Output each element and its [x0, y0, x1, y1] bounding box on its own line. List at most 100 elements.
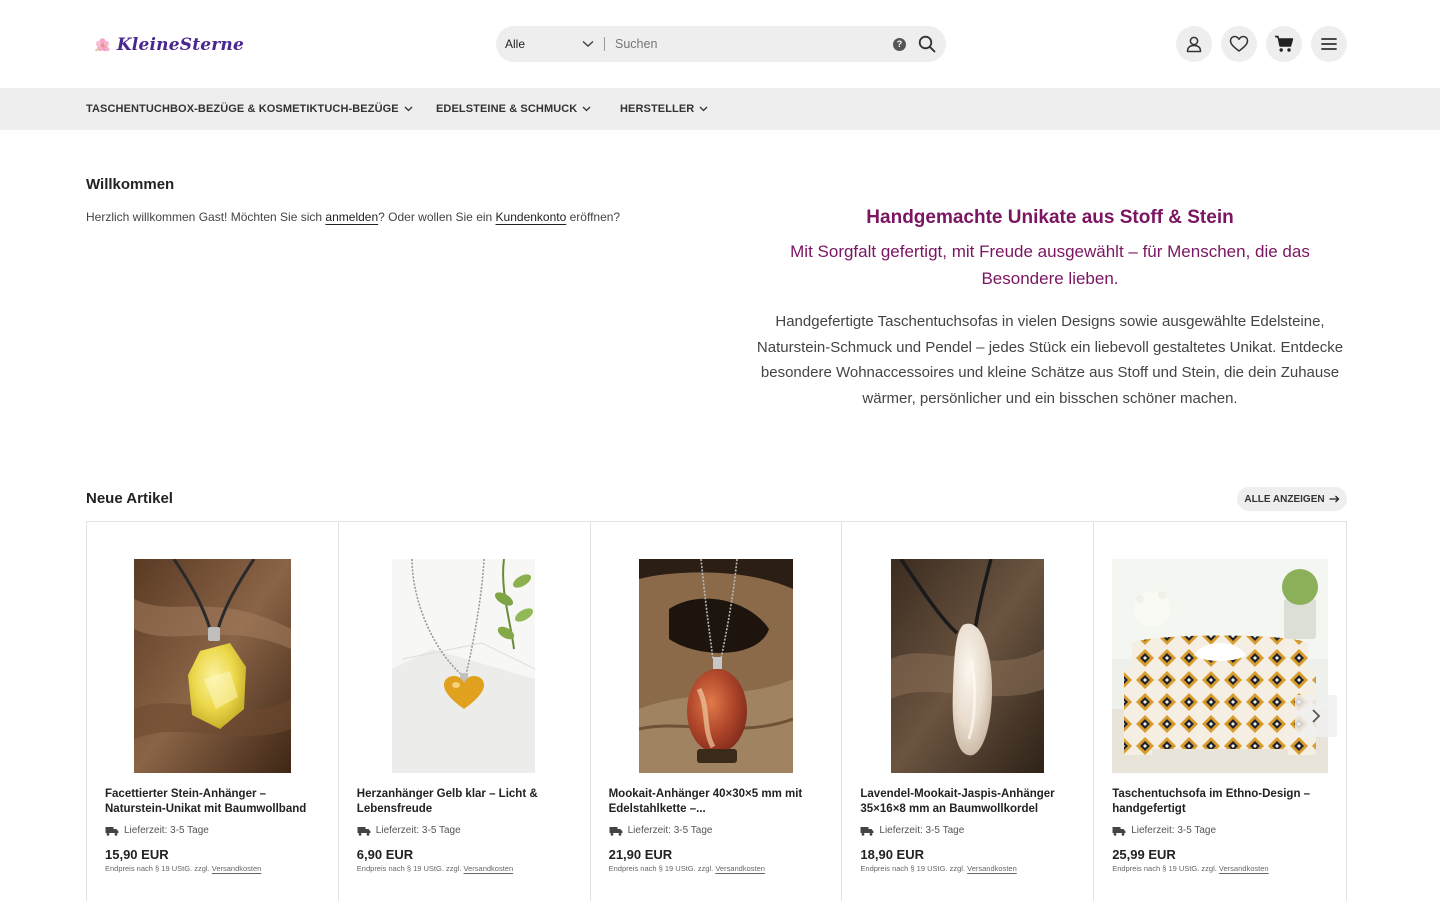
chevron-right-icon [1312, 709, 1321, 723]
site-header: KleineSterne Alle ? [0, 0, 1440, 88]
product-carousel: Facettierter Stein-Anhänger – Naturstein… [86, 521, 1347, 901]
promo-title: Handgemachte Unikate aus Stoff & Stein [866, 207, 1234, 228]
product-tax-note: Endpreis nach § 19 UStG. zzgl. Versandko… [105, 864, 261, 873]
chevron-down-icon [404, 106, 413, 112]
product-image-pendant-yellow [134, 559, 291, 773]
promo-subtitle: Mit Sorgfalt gefertigt, mit Freude ausge… [790, 242, 1310, 288]
product-card[interactable]: Mookait-Anhänger 40×30×5 mm mit Edelstah… [591, 522, 843, 901]
promo-body: Handgefertigte Taschentuchsofas in viele… [756, 313, 1344, 407]
product-delivery-label: Lieferzeit: 3-5 Tage [1131, 825, 1217, 836]
product-tax-text: Endpreis nach § 19 UStG. zzgl. [860, 864, 968, 873]
product-tax-note: Endpreis nach § 19 UStG. zzgl. Versandko… [860, 864, 1016, 873]
header-actions [1176, 26, 1347, 62]
product-delivery: Lieferzeit: 3-5 Tage [609, 825, 713, 836]
product-title[interactable]: Mookait-Anhänger 40×30×5 mm mit Edelstah… [609, 787, 831, 816]
welcome-text-part: ? Oder wollen Sie ein [378, 210, 496, 224]
user-icon [1186, 36, 1202, 53]
search-help-icon[interactable]: ? [893, 37, 906, 51]
product-price: 18,90 EUR [860, 847, 924, 862]
chevron-down-icon [582, 106, 591, 112]
product-tax-text: Endpreis nach § 19 UStG. zzgl. [356, 864, 464, 873]
welcome-text: Herzlich willkommen Gast! Möchten Sie si… [86, 210, 620, 224]
product-delivery: Lieferzeit: 3-5 Tage [357, 825, 461, 836]
search-bar: Alle ? [496, 26, 946, 62]
shipping-costs-link[interactable]: Versandkosten [1219, 864, 1269, 873]
search-category-select[interactable]: Alle [496, 26, 604, 62]
nav-item-hersteller[interactable]: HERSTELLER [620, 88, 708, 130]
product-image-ethno-tissue-sofa [1112, 559, 1329, 773]
product-title[interactable]: Facettierter Stein-Anhänger – Naturstein… [105, 787, 327, 816]
product-delivery-label: Lieferzeit: 3-5 Tage [124, 825, 209, 836]
truck-icon [1112, 826, 1126, 836]
hamburger-menu-icon [1321, 38, 1337, 50]
product-title[interactable]: Lavendel-Mookait-Jaspis-Anhänger 35×16×8… [860, 787, 1082, 816]
product-image[interactable] [134, 559, 291, 773]
product-tax-note: Endpreis nach § 19 UStG. zzgl. Versandko… [609, 864, 765, 873]
product-image-heart-pendant [391, 559, 535, 773]
product-tax-text: Endpreis nach § 19 UStG. zzgl. [1112, 864, 1219, 873]
product-card[interactable]: Herzanhänger Gelb klar – Licht & Lebensf… [339, 522, 591, 901]
cherry-blossom-icon [95, 38, 110, 52]
search-input[interactable] [605, 26, 893, 62]
shipping-costs-link[interactable]: Versandkosten [715, 864, 765, 873]
product-title[interactable]: Herzanhänger Gelb klar – Licht & Lebensf… [357, 787, 579, 816]
product-tax-text: Endpreis nach § 19 UStG. zzgl. [105, 864, 212, 873]
main-navigation: TASCHENTUCHBOX-BEZÜGE & KOSMETIKTUCH-BEZ… [0, 88, 1440, 130]
nav-item-taschentuchbox[interactable]: TASCHENTUCHBOX-BEZÜGE & KOSMETIKTUCH-BEZ… [86, 88, 413, 130]
welcome-title: Willkommen [86, 176, 175, 193]
nav-item-label: TASCHENTUCHBOX-BEZÜGE & KOSMETIKTUCH-BEZ… [86, 103, 399, 115]
logo-text: KleineSterne [116, 35, 244, 55]
show-all-button[interactable]: ALLE ANZEIGEN [1237, 487, 1347, 511]
product-delivery-label: Lieferzeit: 3-5 Tage [375, 825, 461, 836]
wishlist-button[interactable] [1221, 26, 1257, 62]
product-card[interactable]: Facettierter Stein-Anhänger – Naturstein… [87, 522, 339, 901]
shipping-costs-link[interactable]: Versandkosten [212, 864, 262, 873]
new-articles-title: Neue Artikel [86, 490, 173, 507]
arrow-right-icon [1329, 495, 1340, 503]
nav-item-edelsteine[interactable]: EDELSTEINE & SCHMUCK [436, 88, 591, 130]
truck-icon [609, 826, 623, 836]
heart-icon [1229, 35, 1249, 52]
chevron-down-icon [699, 106, 708, 112]
product-tax-note: Endpreis nach § 19 UStG. zzgl. Versandko… [1112, 864, 1268, 873]
product-image[interactable] [391, 559, 535, 773]
site-logo[interactable]: KleineSterne [94, 22, 244, 68]
product-price: 6,90 EUR [356, 847, 414, 862]
truck-icon [105, 826, 119, 836]
product-delivery-label: Lieferzeit: 3-5 Tage [627, 825, 713, 836]
product-price: 15,90 EUR [105, 847, 169, 862]
product-image-mookait-pendant [638, 559, 793, 773]
product-delivery-label: Lieferzeit: 3-5 Tage [879, 825, 965, 836]
promo-block: Handgemachte Unikate aus Stoff & Stein M… [752, 204, 1348, 411]
menu-button[interactable] [1311, 26, 1347, 62]
nav-item-label: HERSTELLER [620, 103, 695, 115]
welcome-text-part: eröffnen? [566, 210, 621, 224]
truck-icon [357, 826, 371, 836]
product-delivery: Lieferzeit: 3-5 Tage [1112, 825, 1216, 836]
product-image-lavender-jasper-pendant [891, 559, 1045, 773]
product-price: 21,90 EUR [608, 847, 673, 862]
truck-icon [860, 826, 874, 836]
product-card[interactable]: Lavendel-Mookait-Jaspis-Anhänger 35×16×8… [842, 522, 1095, 901]
shipping-costs-link[interactable]: Versandkosten [967, 864, 1017, 873]
account-button[interactable] [1176, 26, 1212, 62]
product-price: 25,99 EUR [1112, 847, 1176, 862]
carousel-next-button[interactable] [1295, 695, 1337, 737]
search-button[interactable] [916, 33, 938, 55]
create-account-link[interactable]: Kundenkonto [496, 210, 567, 224]
shipping-costs-link[interactable]: Versandkosten [464, 864, 514, 873]
cart-button[interactable] [1266, 26, 1302, 62]
product-image[interactable] [1112, 559, 1329, 773]
search-icon [918, 35, 936, 53]
show-all-label: ALLE ANZEIGEN [1244, 493, 1325, 505]
welcome-text-part: Herzlich willkommen Gast! Möchten Sie si… [86, 210, 326, 224]
search-category-label: Alle [505, 37, 526, 51]
product-image[interactable] [891, 559, 1045, 773]
chevron-down-icon [582, 40, 594, 48]
cart-icon [1275, 35, 1294, 52]
product-image[interactable] [638, 559, 793, 773]
product-title[interactable]: Taschentuchsofa im Ethno-Design – handge… [1112, 787, 1334, 816]
product-tax-text: Endpreis nach § 19 UStG. zzgl. [608, 864, 716, 873]
login-link[interactable]: anmelden [325, 210, 378, 224]
product-tax-note: Endpreis nach § 19 UStG. zzgl. Versandko… [357, 864, 513, 873]
